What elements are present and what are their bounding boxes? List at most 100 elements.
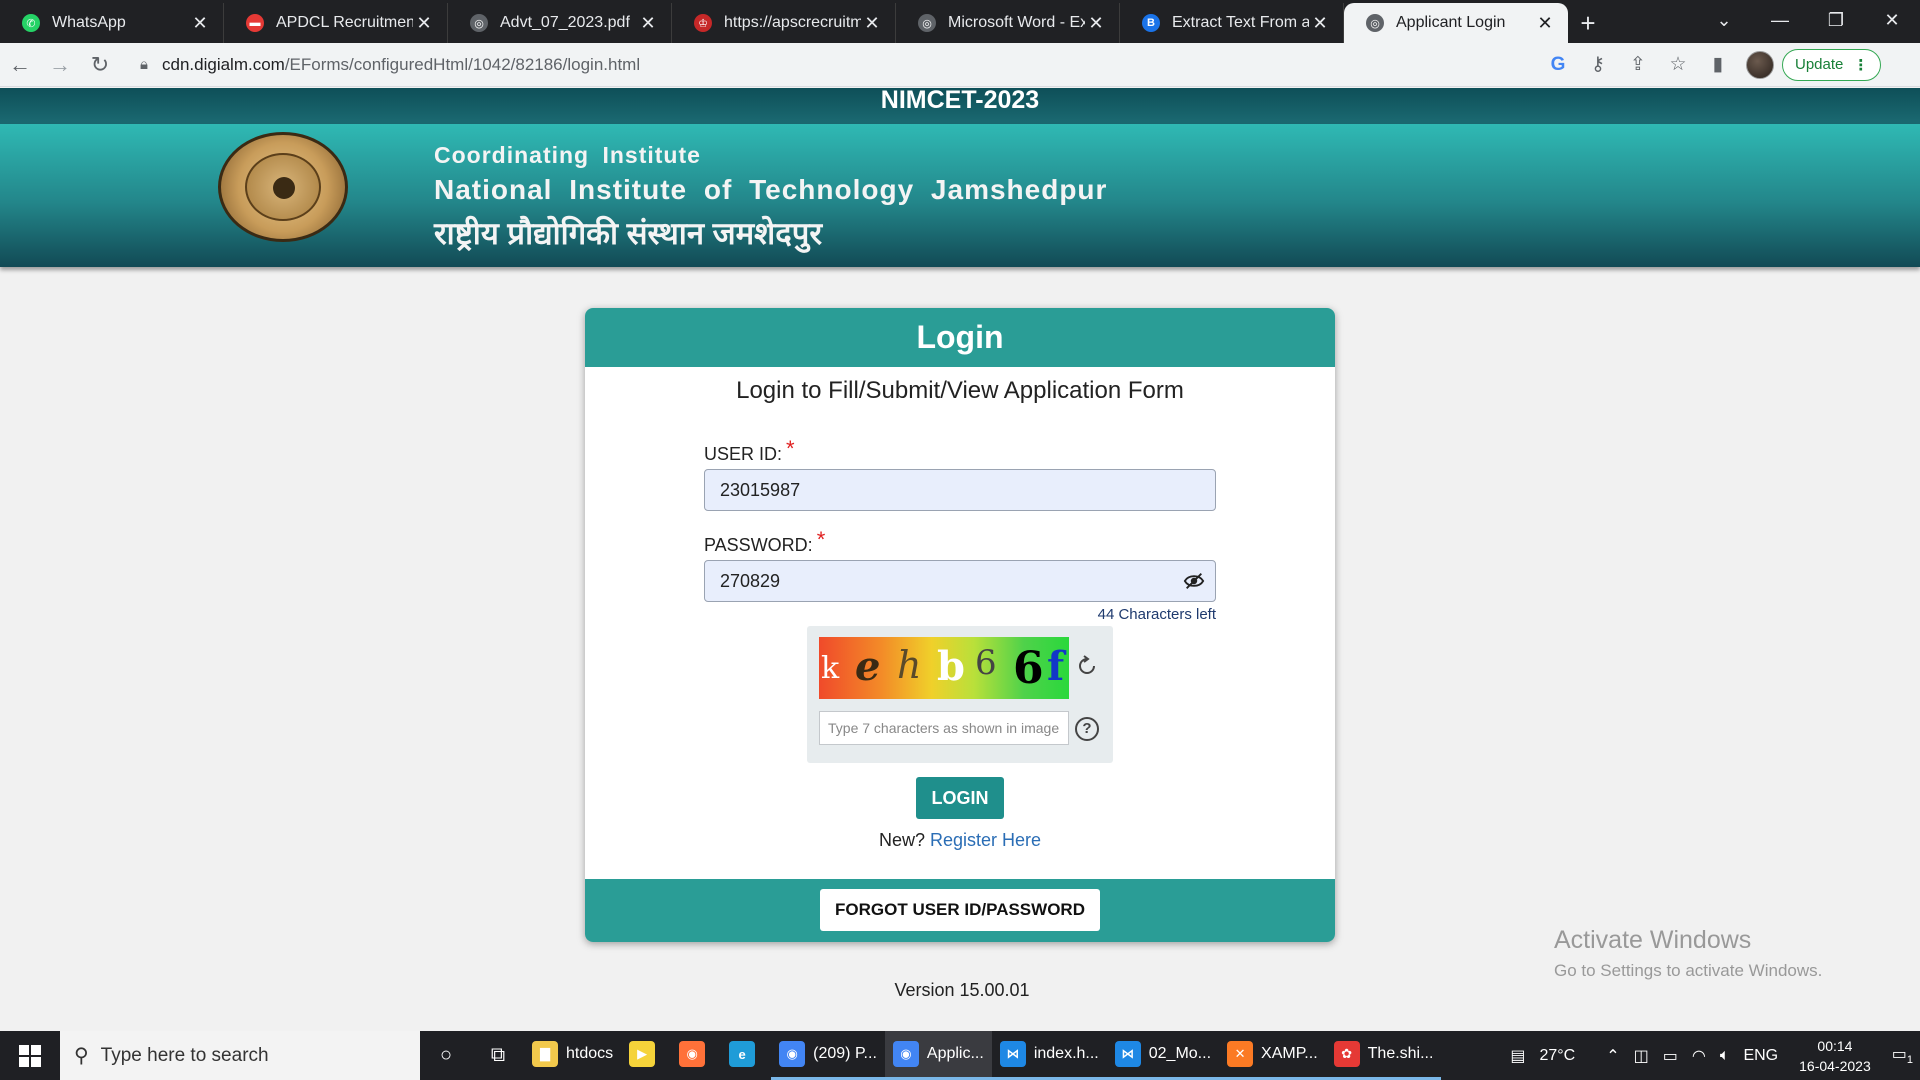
taskbar-app-label: The.shi... [1367,1045,1434,1062]
reload-button[interactable]: ↻ [80,45,120,85]
show-hidden-icons-chevron-icon[interactable]: ⌃ [1606,1046,1619,1066]
new-tab-button[interactable]: + [1568,3,1608,43]
login-title: Login [585,308,1335,367]
taskbar-app-icon: ⋈ [1114,1041,1141,1067]
taskbar-app[interactable]: ⋈ 02_Mo... [1106,1031,1220,1080]
taskbar-app[interactable]: ▇ htdocs [524,1031,621,1080]
captcha-input[interactable]: Type 7 characters as shown in image [819,711,1069,745]
browser-tab[interactable]: B Extract Text From an I✕ [1120,3,1344,43]
password-value: 270829 [720,570,781,591]
user-id-field[interactable]: 23015987 [704,469,1216,511]
tab-title: Advt_07_2023.pdf [500,14,630,31]
taskbar-app-icon: ◉ [779,1041,806,1067]
browser-tab[interactable]: ◎ Applicant Login ✕ [1344,3,1568,43]
refresh-captcha-icon[interactable] [1074,653,1100,679]
institute-name-hindi: राष्ट्रीय प्रौद्योगिकी संस्थान जमशेदपुर [434,216,823,251]
volume-icon[interactable]: 🔈︎ [1720,1047,1730,1065]
tab-close-icon[interactable]: ✕ [637,13,659,34]
captcha-image: kehb66f [819,637,1069,699]
tab-close-icon[interactable]: ✕ [1309,13,1331,34]
bookmark-star-icon[interactable]: ☆ [1658,53,1698,76]
profile-avatar[interactable] [1746,50,1774,79]
taskbar-app-icon: ▇ [532,1041,558,1067]
tab-close-icon[interactable]: ✕ [1085,13,1107,34]
password-field[interactable]: 270829 [704,560,1216,602]
taskbar-app[interactable]: ◉ Applic... [884,1031,992,1080]
battery-icon[interactable]: ▭ [1663,1046,1678,1066]
weather-text[interactable]: 27°C [1539,1047,1575,1065]
lock-icon[interactable]: 🔒︎ [140,56,162,73]
taskbar-app[interactable]: e [721,1031,771,1080]
tab-title: Microsoft Word - Exar [948,14,1085,31]
taskbar-app[interactable]: ◉ (209) P... [771,1031,885,1080]
required-mark: * [786,436,795,461]
exam-title: NIMCET-2023 [0,88,1920,124]
captcha-character: 6 [975,643,997,683]
key-icon[interactable]: ⚷ [1578,53,1618,76]
tab-search-icon[interactable]: ⌄ [1696,10,1752,31]
notifications-icon[interactable]: ▭1 [1892,1044,1913,1066]
menu-dots-icon[interactable]: ⋮ [1853,56,1868,74]
captcha-character: k [821,651,840,686]
back-button[interactable]: ← [0,45,40,85]
tab-title: WhatsApp [52,14,126,31]
notification-count: 1 [1906,1054,1913,1067]
update-button[interactable]: Update ⋮ [1782,48,1882,81]
web-page: NIMCET-2023 Coordinating Institute Natio… [0,88,1920,1031]
password-label-text: PASSWORD: [704,535,813,555]
restore-button[interactable]: ❐ [1808,10,1864,31]
tab-close-icon[interactable]: ✕ [861,13,883,34]
user-id-label: USER ID: * [704,436,795,466]
taskbar-app-icon: ▶ [629,1041,656,1067]
side-panel-icon[interactable]: ▮ [1698,53,1738,76]
register-link[interactable]: Register Here [930,830,1041,850]
show-password-eye-icon[interactable] [1183,571,1205,591]
tab-close-icon[interactable]: ✕ [189,13,211,34]
system-tray: ▤ 27°C ⌃ ◫ ▭ ◠ 🔈︎ ENG 00:14 16-04-2023 ▭… [1503,1031,1920,1080]
taskbar-app-label: Applic... [926,1045,984,1062]
browser-tab[interactable]: ✆ WhatsApp ✕ [0,3,224,43]
watermark-title: Activate Windows [1554,926,1752,954]
forward-button[interactable]: → [40,45,80,85]
cortana-icon[interactable]: ○ [420,1044,472,1067]
wifi-icon[interactable]: ◠ [1692,1046,1706,1066]
tab-close-icon[interactable]: ✕ [413,13,435,34]
captcha-character: 6 [1013,643,1044,694]
meet-now-icon[interactable]: ◫ [1634,1046,1649,1066]
captcha-character: f [1047,643,1065,690]
task-view-icon[interactable]: ⧉ [472,1044,524,1067]
close-window-button[interactable]: ✕ [1864,10,1920,31]
news-icon[interactable]: ▤ [1510,1046,1525,1066]
browser-tab[interactable]: ▬ APDCL Recruitment 20✕ [224,3,448,43]
tab-close-icon[interactable]: ✕ [1534,13,1556,34]
search-icon: ⚲ [74,1045,89,1067]
taskbar-app[interactable]: ◉ [671,1031,721,1080]
browser-tab[interactable]: ♔ https://apscrecruitme ✕ [672,3,896,43]
taskbar-app[interactable]: ✿ The.shi... [1325,1031,1442,1080]
google-icon[interactable]: G [1538,54,1578,76]
clock[interactable]: 00:14 16-04-2023 [1799,1036,1871,1076]
institute-logo [218,132,348,242]
tab-favicon-icon: ▬ [246,14,264,32]
captcha-help-icon[interactable]: ? [1075,717,1099,741]
browser-tab[interactable]: ◎ Advt_07_2023.pdf ✕ [448,3,672,43]
taskbar-app[interactable]: ⋈ index.h... [991,1031,1107,1080]
taskbar-app-label: (209) P... [813,1045,877,1062]
start-button[interactable] [0,1031,60,1080]
share-icon[interactable]: ⇪ [1618,53,1658,76]
taskbar-search[interactable]: ⚲ Type here to search [60,1031,420,1080]
forgot-credentials-button[interactable]: FORGOT USER ID/PASSWORD [820,889,1100,931]
taskbar-app[interactable]: ✕ XAMP... [1219,1031,1326,1080]
browser-tab[interactable]: ◎ Microsoft Word - Exar✕ [896,3,1120,43]
language-indicator[interactable]: ENG [1743,1047,1778,1065]
captcha-panel: kehb66f Type 7 characters as shown in im… [807,626,1113,763]
taskbar-apps: ▇ htdocs ▶ ◉ e ◉ (209) P... ◉ Applic... ⋈ index.h.… [524,1031,1442,1080]
minimize-button[interactable]: — [1752,10,1808,31]
clock-time: 00:14 [1817,1037,1853,1054]
institute-banner: Coordinating Institute National Institut… [0,124,1920,267]
login-button[interactable]: LOGIN [916,777,1004,819]
address-bar[interactable]: 🔒︎ cdn.digialm.com/EForms/configuredHtml… [128,47,1538,82]
tab-title: https://apscrecruitme [724,14,861,31]
taskbar-app[interactable]: ▶ [621,1031,671,1080]
url-host: cdn.digialm.com [162,54,285,74]
